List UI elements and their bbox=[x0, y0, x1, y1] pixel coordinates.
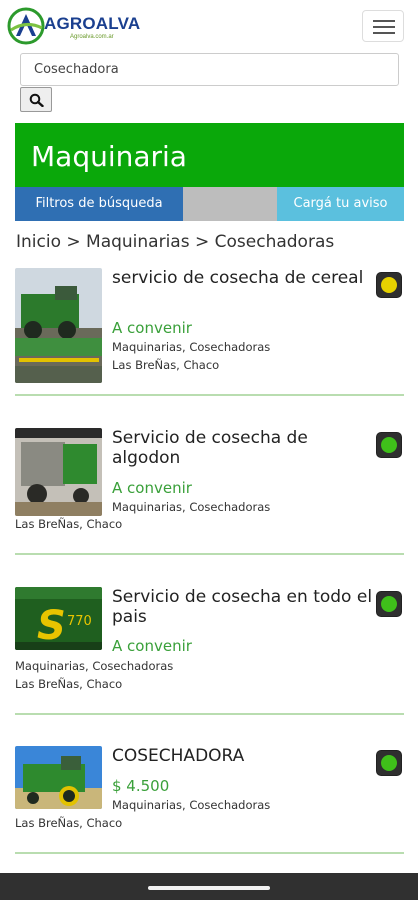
hamburger-menu-button[interactable] bbox=[362, 10, 404, 42]
status-light-icon bbox=[381, 596, 397, 612]
site-logo[interactable]: AGROALVA Agroalva.com.ar bbox=[6, 6, 141, 48]
brand-tagline: Agroalva.com.ar bbox=[70, 34, 114, 40]
listing-item[interactable]: servicio de cosecha de cereal A convenir… bbox=[15, 268, 404, 398]
home-gesture-handle[interactable] bbox=[148, 886, 270, 890]
listing-location: Las BreÑas, Chaco bbox=[15, 816, 123, 830]
system-navigation-bar bbox=[0, 873, 418, 900]
listing-categories: Maquinarias, Cosechadoras bbox=[15, 659, 174, 673]
listing-price: A convenir bbox=[112, 319, 192, 337]
listing-location: Las BreÑas, Chaco bbox=[15, 677, 123, 691]
listing-title[interactable]: Servicio de cosecha en todo el pais bbox=[112, 587, 378, 627]
listing-photo[interactable] bbox=[15, 746, 102, 809]
section-header: Maquinaria bbox=[15, 123, 404, 187]
search-input[interactable]: Cosechadora bbox=[20, 53, 399, 86]
action-bar: Filtros de búsqueda Cargá tu aviso bbox=[15, 187, 404, 221]
listing-title[interactable]: Servicio de cosecha de algodon bbox=[112, 428, 374, 468]
search-button[interactable] bbox=[20, 87, 52, 112]
listing-categories: Maquinarias, Cosechadoras bbox=[112, 798, 271, 812]
divider bbox=[15, 553, 404, 555]
listing-item[interactable]: COSECHADORA $ 4.500 Maquinarias, Cosecha… bbox=[15, 746, 404, 876]
listing-item[interactable]: S 770 Servicio de cosecha en todo el pai… bbox=[15, 587, 404, 717]
hamburger-menu-icon bbox=[373, 20, 395, 22]
divider bbox=[15, 852, 404, 854]
listing-location: Las BreÑas, Chaco bbox=[112, 358, 220, 372]
status-indicator bbox=[376, 750, 402, 776]
status-light-icon bbox=[381, 755, 397, 771]
listing-price: A convenir bbox=[112, 479, 192, 497]
brand-name: AGROALVA bbox=[44, 14, 141, 33]
search-icon bbox=[29, 93, 44, 107]
listing-price: A convenir bbox=[112, 637, 192, 655]
status-light-icon bbox=[381, 437, 397, 453]
listing-price: $ 4.500 bbox=[112, 777, 170, 795]
listing-title[interactable]: servicio de cosecha de cereal bbox=[112, 268, 374, 288]
listing-photo[interactable] bbox=[15, 268, 102, 383]
status-indicator bbox=[376, 432, 402, 458]
divider bbox=[15, 713, 404, 715]
listing-title[interactable]: COSECHADORA bbox=[112, 746, 374, 766]
listing-item[interactable]: Servicio de cosecha de algodon A conveni… bbox=[15, 428, 404, 558]
listing-location: Las BreÑas, Chaco bbox=[15, 517, 123, 531]
divider bbox=[15, 394, 404, 396]
listing-categories: Maquinarias, Cosechadoras bbox=[112, 500, 271, 514]
page-title: Maquinaria bbox=[31, 140, 187, 173]
top-navbar: AGROALVA Agroalva.com.ar bbox=[0, 0, 418, 52]
status-indicator bbox=[376, 272, 402, 298]
search-filters-button[interactable]: Filtros de búsqueda bbox=[15, 187, 183, 221]
svg-text:770: 770 bbox=[67, 614, 92, 629]
status-indicator bbox=[376, 591, 402, 617]
agroalva-logo-icon bbox=[7, 7, 45, 45]
listing-photo[interactable]: S 770 bbox=[15, 587, 102, 650]
listing-categories: Maquinarias, Cosechadoras bbox=[112, 340, 271, 354]
status-light-icon bbox=[381, 277, 397, 293]
breadcrumb[interactable]: Inicio > Maquinarias > Cosechadoras bbox=[16, 232, 334, 252]
post-ad-button[interactable]: Cargá tu aviso bbox=[277, 187, 404, 221]
listing-photo[interactable] bbox=[15, 428, 102, 516]
